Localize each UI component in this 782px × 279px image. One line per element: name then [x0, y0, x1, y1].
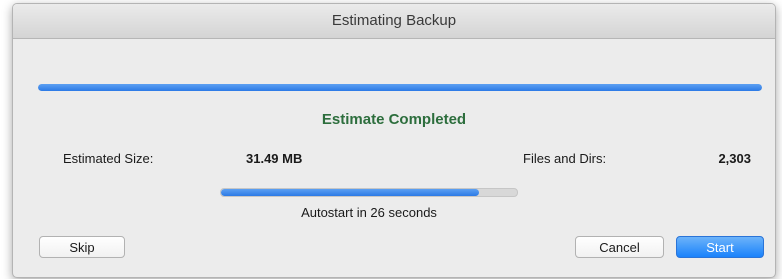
autostart-progress-fill	[221, 189, 479, 196]
estimate-progress-bar	[38, 84, 762, 91]
autostart-progress-bar	[220, 188, 518, 197]
cancel-button[interactable]: Cancel	[575, 236, 664, 258]
estimate-status-text: Estimate Completed	[321, 111, 467, 128]
autostart-countdown-text: Autostart in 26 seconds	[301, 205, 437, 220]
start-button[interactable]: Start	[676, 236, 764, 258]
skip-button[interactable]: Skip	[39, 236, 125, 258]
estimated-size-value: 31.49 MB	[246, 151, 303, 166]
files-and-dirs-value: 2,303	[718, 151, 751, 166]
estimating-backup-dialog: Estimating Backup Estimate Completed Est…	[12, 3, 776, 278]
window-title: Estimating Backup	[13, 4, 775, 39]
estimated-size-label: Estimated Size:	[63, 151, 154, 166]
estimate-progress-fill	[38, 84, 762, 91]
files-and-dirs-label: Files and Dirs:	[523, 151, 607, 166]
